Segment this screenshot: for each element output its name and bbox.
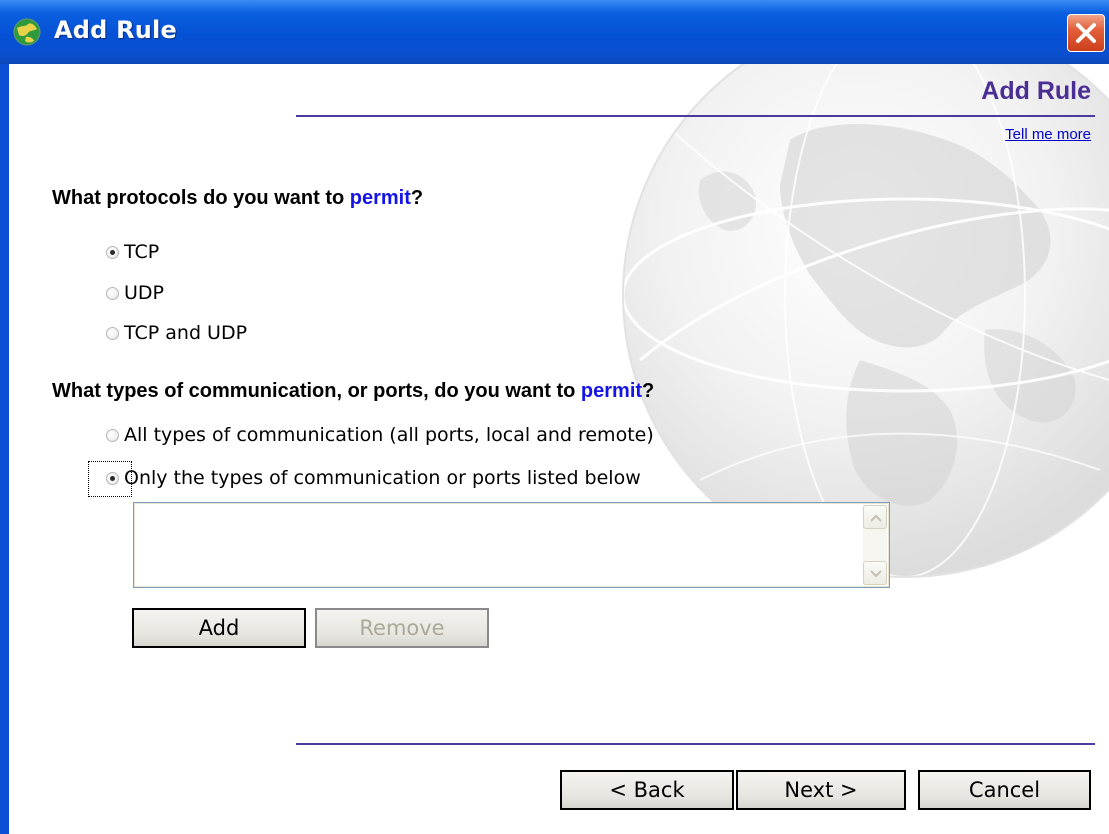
ports-question: What types of communication, or ports, d… (52, 380, 654, 403)
radio-label-listed-ports: Only the types of communication or ports… (124, 467, 641, 489)
chevron-up-icon (870, 514, 882, 522)
page-title: Add Rule (981, 77, 1091, 105)
remove-button[interactable]: Remove (315, 608, 489, 648)
ports-permit-word: permit (580, 380, 643, 402)
radio-button-tcp[interactable] (106, 245, 119, 259)
close-icon (1076, 23, 1096, 43)
header-divider (296, 115, 1095, 117)
radio-label-udp: UDP (124, 282, 164, 304)
protocols-permit-word: permit (349, 187, 411, 209)
scroll-up-button[interactable] (863, 505, 887, 529)
cancel-button[interactable]: Cancel (918, 770, 1091, 810)
radio-label-tcp-and-udp: TCP and UDP (124, 322, 248, 344)
ports-listbox[interactable] (133, 502, 890, 588)
scroll-down-button[interactable] (863, 561, 887, 585)
protocols-question-mark: ? (410, 187, 424, 209)
radio-tcp-and-udp[interactable]: TCP and UDP (106, 321, 247, 345)
radio-button-udp[interactable] (106, 286, 119, 300)
listbox-scrollbar[interactable] (863, 505, 887, 585)
add-button[interactable]: Add (132, 608, 306, 648)
radio-label-tcp: TCP (124, 241, 160, 263)
ports-question-text: What types of communication, or ports, d… (52, 380, 581, 402)
title-bar[interactable]: Add Rule (0, 0, 1109, 64)
radio-all-types[interactable]: All types of communication (all ports, l… (106, 423, 654, 447)
close-button[interactable] (1067, 14, 1105, 52)
next-button[interactable]: Next > (736, 770, 906, 810)
footer-divider (296, 743, 1095, 745)
ports-question-mark: ? (642, 380, 655, 402)
chevron-down-icon (870, 570, 882, 578)
radio-listed-ports[interactable]: Only the types of communication or ports… (106, 466, 641, 490)
radio-udp[interactable]: UDP (106, 281, 164, 305)
radio-label-all-types: All types of communication (all ports, l… (124, 424, 654, 446)
radio-button-listed-ports[interactable] (106, 471, 119, 485)
protocols-question: What protocols do you want to permit? (52, 187, 423, 210)
tell-me-more-link[interactable]: Tell me more (1005, 126, 1091, 143)
radio-tcp[interactable]: TCP (106, 240, 159, 264)
radio-button-all-types[interactable] (106, 428, 119, 442)
back-button[interactable]: < Back (560, 770, 734, 810)
window-frame-edge (0, 64, 9, 834)
protocols-question-text: What protocols do you want to (52, 187, 350, 209)
globe-icon (13, 18, 41, 46)
window-title: Add Rule (54, 16, 177, 44)
globe-watermark (621, 12, 1109, 578)
add-rule-dialog: Add Rule Add Rule Tell me more What prot… (0, 0, 1109, 834)
radio-button-tcp-and-udp[interactable] (106, 326, 119, 340)
